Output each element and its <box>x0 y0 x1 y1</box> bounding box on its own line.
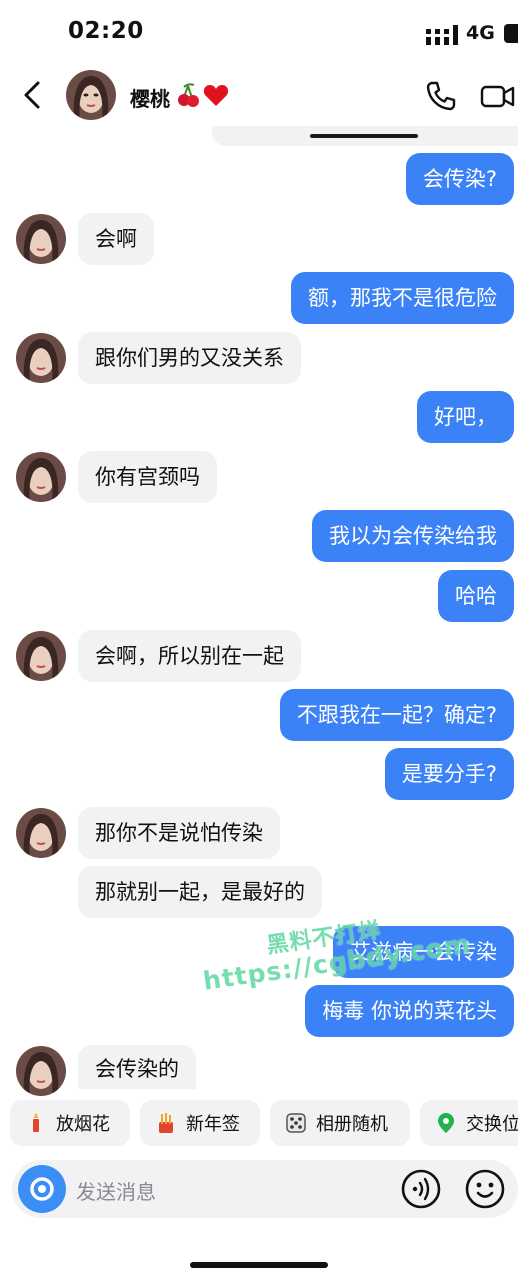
message-bubble-outgoing[interactable]: 哈哈 <box>438 570 514 622</box>
quick-action-label: 新年签 <box>186 1114 240 1135</box>
contact-avatar[interactable] <box>66 70 116 120</box>
emoji-icon[interactable] <box>464 1168 506 1210</box>
quick-action-label: 相册随机 <box>316 1114 388 1135</box>
quick-action-label: 交换位 <box>466 1114 518 1135</box>
dice-icon <box>286 1113 306 1133</box>
message-bubble-outgoing[interactable]: 不跟我在一起？确定? <box>279 689 514 741</box>
sender-avatar[interactable] <box>16 333 66 383</box>
network-type: 4G <box>466 22 495 44</box>
message-bubble-incoming[interactable]: 那就别一起，是最好的 <box>78 866 322 918</box>
message-bubble-incoming[interactable]: 你有宫颈吗 <box>78 451 217 503</box>
status-time: 02:20 <box>68 18 144 44</box>
sender-avatar[interactable] <box>16 1046 66 1096</box>
voice-message-icon[interactable] <box>400 1168 442 1210</box>
quick-action-new-year-lot[interactable]: 新年签 <box>140 1100 260 1146</box>
firework-icon <box>33 1113 39 1132</box>
home-indicator <box>190 1262 328 1268</box>
contact-name[interactable]: 樱桃 <box>130 83 170 112</box>
message-bubble-incoming[interactable]: 会传染的 <box>78 1045 196 1089</box>
cherries-heart-icon <box>178 83 229 107</box>
location-pin-icon <box>438 1113 454 1133</box>
message-input[interactable]: 发送消息 <box>76 1176 156 1205</box>
sender-avatar[interactable] <box>16 808 66 858</box>
message-bubble-outgoing[interactable]: 会传染? <box>405 153 514 205</box>
sender-avatar[interactable] <box>16 631 66 681</box>
battery-icon <box>504 24 518 43</box>
quick-action-random-album[interactable]: 相册随机 <box>270 1100 410 1146</box>
message-bubble-incoming[interactable]: 那你不是说怕传染 <box>78 807 280 859</box>
quick-action-swap-location[interactable]: 交换位 <box>420 1100 518 1146</box>
sender-avatar[interactable] <box>16 214 66 264</box>
quick-action-label: 放烟花 <box>56 1114 110 1135</box>
message-bubble-outgoing[interactable]: 额，那我不是很危险 <box>291 272 514 324</box>
message-bubble-outgoing[interactable]: 梅毒 你说的菜花头 <box>305 985 514 1037</box>
quick-action-fireworks[interactable]: 放烟花 <box>10 1100 130 1146</box>
message-bubble-incoming[interactable]: 会啊，所以别在一起 <box>78 630 301 682</box>
message-input-bar: 发送消息 <box>12 1160 518 1218</box>
signal-icon <box>426 25 458 45</box>
fortune-stick-icon <box>159 1113 173 1133</box>
sender-avatar[interactable] <box>16 452 66 502</box>
message-bubble-outgoing[interactable]: 我以为会传染给我 <box>312 510 514 562</box>
message-bubble-outgoing[interactable]: 好吧， <box>417 391 514 443</box>
video-call-icon[interactable] <box>480 82 516 110</box>
back-arrow-icon[interactable] <box>18 80 48 110</box>
status-bar: 02:20 4G <box>0 0 518 62</box>
phone-call-icon[interactable] <box>425 80 457 112</box>
camera-icon[interactable] <box>18 1165 66 1213</box>
chat-header: 樱桃 <box>0 62 518 126</box>
message-bubble-outgoing[interactable]: 是要分手? <box>384 748 514 800</box>
message-bubble-incoming[interactable]: 会啊 <box>78 213 154 265</box>
scroll-indicator <box>310 134 418 138</box>
message-bubble-incoming[interactable]: 跟你们男的又没关系 <box>78 332 301 384</box>
